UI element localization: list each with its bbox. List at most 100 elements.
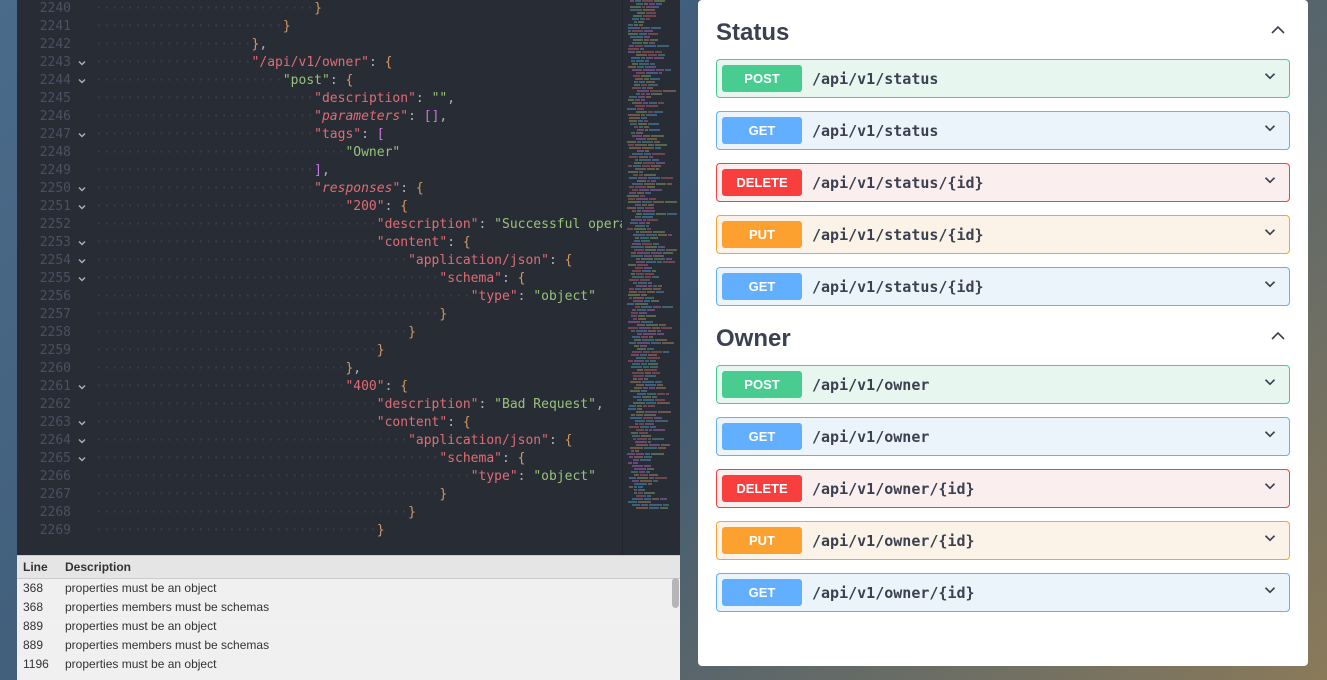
chevron-down-icon[interactable] [1261,119,1279,142]
fold-icon[interactable] [77,274,87,284]
gutter-line: 2265 [29,450,87,468]
code-line[interactable]: ····································"con… [95,234,622,252]
code-line[interactable]: ································"Owner" [95,144,622,162]
fold-icon[interactable] [77,382,87,392]
line-number: 2264 [35,432,71,450]
fold-icon[interactable] [77,436,87,446]
line-number: 2241 [35,18,71,36]
code-line[interactable]: ································}, [95,360,622,378]
line-number: 2266 [35,468,71,486]
problems-row[interactable]: 889properties must be an object [17,617,680,636]
problems-list[interactable]: 368properties must be an object368proper… [17,579,680,680]
code-line[interactable]: ········································… [95,270,622,288]
endpoint-row[interactable]: GET/api/v1/owner/{id} [716,573,1290,612]
code-line[interactable]: ····························"tags": [ [95,126,622,144]
chevron-down-icon[interactable] [1261,477,1279,500]
gutter-line: 2241 [29,18,87,36]
problems-row[interactable]: 1196properties must be an object [17,655,680,674]
chevron-down-icon[interactable] [1261,67,1279,90]
endpoint-row[interactable]: DELETE/api/v1/status/{id} [716,163,1290,202]
code-line[interactable]: ········································… [95,288,622,306]
fold-icon[interactable] [77,454,87,464]
section-title: Status [716,19,789,47]
code-line[interactable]: ····································"con… [95,414,622,432]
fold-icon[interactable] [77,76,87,86]
code-line[interactable]: ································"400": { [95,378,622,396]
gutter-line: 2269 [29,522,87,540]
code-line[interactable]: ····································} [95,342,622,360]
problems-scroll-thumb[interactable] [672,578,679,608]
code-line[interactable]: ····································"des… [95,216,622,234]
gutter-line: 2248 [29,144,87,162]
code-line[interactable]: ····························"parameters"… [95,108,622,126]
problems-row-desc: properties members must be schemas [59,598,680,616]
endpoint-row[interactable]: POST/api/v1/owner [716,365,1290,404]
chevron-down-icon[interactable] [1261,529,1279,552]
code-line[interactable]: ····························} [95,0,622,18]
line-number: 2261 [35,378,71,396]
endpoint-row[interactable]: DELETE/api/v1/owner/{id} [716,469,1290,508]
problems-row[interactable]: 889properties members must be schemas [17,636,680,655]
gutter-line: 2254 [29,252,87,270]
endpoint-row[interactable]: PUT/api/v1/owner/{id} [716,521,1290,560]
code-line[interactable]: ····················}, [95,36,622,54]
code-line[interactable]: ····························], [95,162,622,180]
code-line[interactable]: ········································… [95,252,622,270]
endpoint-row[interactable]: GET/api/v1/owner [716,417,1290,456]
code-line[interactable]: ········································… [95,468,622,486]
endpoint-row[interactable]: GET/api/v1/status/{id} [716,267,1290,306]
code-line[interactable]: ········································… [95,486,622,504]
code-line[interactable]: ········································… [95,306,622,324]
code-editor[interactable]: 2240224122422243224422452246224722482249… [17,0,680,555]
line-number: 2249 [35,162,71,180]
problems-scrollbar[interactable] [672,578,679,678]
method-badge: GET [722,579,802,606]
problems-row[interactable]: 368properties must be an object [17,579,680,598]
code-line[interactable]: ························} [95,18,622,36]
chevron-down-icon[interactable] [1261,223,1279,246]
code-area[interactable]: ····························}···········… [95,0,622,555]
chevron-down-icon[interactable] [1261,581,1279,604]
gutter-line: 2264 [29,432,87,450]
code-line[interactable]: ································"200": { [95,198,622,216]
chevron-down-icon[interactable] [1261,425,1279,448]
code-line[interactable]: ····································"des… [95,396,622,414]
method-badge: GET [722,423,802,450]
fold-icon[interactable] [77,58,87,68]
code-line[interactable]: ········································… [95,324,622,342]
chevron-up-icon[interactable] [1266,18,1290,47]
method-badge: POST [722,65,802,92]
chevron-down-icon[interactable] [1261,275,1279,298]
code-line[interactable]: ········································… [95,504,622,522]
endpoint-row[interactable]: POST/api/v1/status [716,59,1290,98]
endpoint-row[interactable]: GET/api/v1/status [716,111,1290,150]
fold-icon[interactable] [77,256,87,266]
endpoint-path: /api/v1/status [812,70,1261,88]
gutter-line: 2247 [29,126,87,144]
chevron-down-icon[interactable] [1261,373,1279,396]
chevron-down-icon[interactable] [1261,171,1279,194]
fold-icon[interactable] [77,130,87,140]
problems-row[interactable]: 368properties members must be schemas [17,598,680,617]
gutter-line: 2261 [29,378,87,396]
section-header[interactable]: Owner [716,324,1290,353]
code-line[interactable]: ····················"/api/v1/owner": { [95,54,622,72]
swagger-panel[interactable]: Status POST/api/v1/status GET/api/v1/statu… [698,0,1308,666]
minimap[interactable] [622,0,680,555]
code-line[interactable]: ····································} [95,522,622,540]
problems-col-desc: Description [59,556,680,578]
code-line[interactable]: ········································… [95,432,622,450]
chevron-up-icon[interactable] [1266,324,1290,353]
fold-icon[interactable] [77,238,87,248]
gutter-line: 2267 [29,486,87,504]
code-line[interactable]: ····························"description… [95,90,622,108]
code-line[interactable]: ························"post": { [95,72,622,90]
section-header[interactable]: Status [716,18,1290,47]
code-line[interactable]: ····························"responses":… [95,180,622,198]
fold-icon[interactable] [77,202,87,212]
code-line[interactable]: ········································… [95,450,622,468]
fold-icon[interactable] [77,418,87,428]
endpoint-row[interactable]: PUT/api/v1/status/{id} [716,215,1290,254]
line-number: 2243 [35,54,71,72]
fold-icon[interactable] [77,184,87,194]
